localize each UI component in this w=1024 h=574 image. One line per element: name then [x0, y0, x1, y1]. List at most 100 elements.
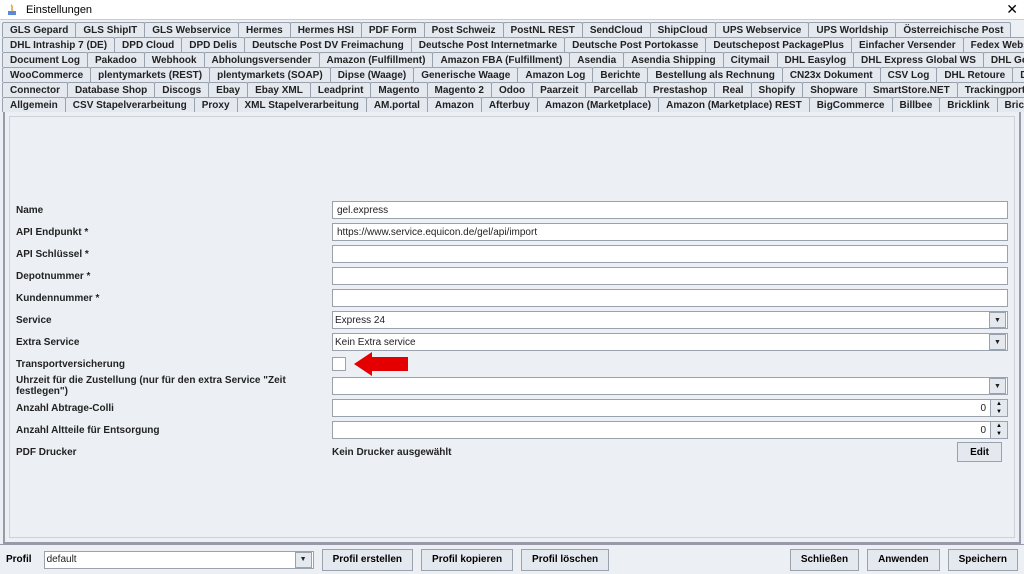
tab-item[interactable]: Paarzeit [532, 82, 586, 97]
tab-item[interactable]: SmartStore.NET [865, 82, 958, 97]
tab-item[interactable]: Österreichische Post [895, 22, 1011, 37]
api-endpoint-input[interactable] [332, 223, 1008, 241]
tab-item[interactable]: Deutsche Post Portokasse [564, 37, 706, 52]
extra-service-select[interactable]: Kein Extra service ▼ [332, 333, 1008, 351]
tab-item[interactable]: Magento [370, 82, 427, 97]
tab-item[interactable]: DHL Intraship 7 (DE) [2, 37, 115, 52]
tab-item[interactable]: Amazon FBA (Fulfillment) [432, 52, 570, 67]
tab-item[interactable]: Fedex Webservice [963, 37, 1024, 52]
apply-button[interactable]: Anwenden [867, 549, 940, 571]
tab-item[interactable]: Einfacher Versender [851, 37, 964, 52]
transport-insurance-checkbox[interactable] [332, 357, 346, 371]
tab-item[interactable]: Billbee [892, 97, 941, 112]
profile-select[interactable]: default ▼ [44, 551, 314, 569]
tab-item[interactable]: GLS Webservice [144, 22, 239, 37]
tab-item[interactable]: GLS Gepard [2, 22, 76, 37]
edit-printer-button[interactable]: Edit [957, 442, 1002, 462]
spinner-buttons[interactable]: ▲▼ [991, 399, 1008, 417]
dropdown-icon: ▼ [989, 378, 1006, 394]
tab-item[interactable]: Deutsche Post DV Freimachung [244, 37, 412, 52]
tab-item[interactable]: Amazon [427, 97, 482, 112]
tab-item[interactable]: PostNL REST [503, 22, 583, 37]
tab-item[interactable]: Shopify [751, 82, 804, 97]
tab-item[interactable]: DPD Cloud [114, 37, 182, 52]
tab-item[interactable]: Webhook [144, 52, 205, 67]
tab-item[interactable]: Afterbuy [481, 97, 538, 112]
tab-item[interactable]: Amazon (Marketplace) REST [658, 97, 810, 112]
tab-item[interactable]: Berichte [592, 67, 648, 82]
tab-item[interactable]: Citymail [723, 52, 778, 67]
tab-item[interactable]: SendCloud [582, 22, 651, 37]
tab-item[interactable]: PDF Form [361, 22, 425, 37]
tab-item[interactable]: Prestashop [645, 82, 715, 97]
tab-item[interactable]: Generische Waage [413, 67, 518, 82]
api-key-input[interactable] [332, 245, 1008, 263]
tab-item[interactable]: Asendia [569, 52, 624, 67]
tab-item[interactable]: CSV Stapelverarbeitung [65, 97, 195, 112]
tab-item[interactable]: Allgemein [2, 97, 66, 112]
tab-item[interactable]: CN23x Dokument [782, 67, 881, 82]
tab-item[interactable]: Discogs [154, 82, 209, 97]
tab-item[interactable]: UPS Webservice [715, 22, 810, 37]
spinner-buttons[interactable]: ▲▼ [991, 421, 1008, 439]
tab-item[interactable]: GLS ShipIT [75, 22, 145, 37]
depot-number-input[interactable] [332, 267, 1008, 285]
tab-item[interactable]: Real [714, 82, 751, 97]
tab-item[interactable]: Ebay XML [247, 82, 311, 97]
tab-item[interactable]: Hermes HSI [290, 22, 362, 37]
tab-item[interactable]: Deutschepost PackagePlus [705, 37, 852, 52]
tab-item[interactable]: Connector [2, 82, 68, 97]
tab-item[interactable]: Brickowl [997, 97, 1024, 112]
tab-item[interactable]: Dipse (Waage) [330, 67, 415, 82]
close-icon[interactable]: ✕ [1006, 1, 1018, 18]
tab-item[interactable]: Leadprint [310, 82, 372, 97]
service-select[interactable]: Express 24 ▼ [332, 311, 1008, 329]
tab-item[interactable]: DHL Easylog [777, 52, 855, 67]
tab-item[interactable]: UPS Worldship [808, 22, 896, 37]
tab-item[interactable]: Asendia Shipping [623, 52, 723, 67]
tab-item[interactable]: Bricklink [939, 97, 997, 112]
tab-item[interactable]: Document Log [2, 52, 88, 67]
tab-item[interactable]: AM.portal [366, 97, 428, 112]
pdf-printer-value: Kein Drucker ausgewählt [332, 447, 451, 458]
create-profile-button[interactable]: Profil erstellen [322, 549, 413, 571]
tab-item[interactable]: ShipCloud [650, 22, 716, 37]
tab-item[interactable]: Ebay [208, 82, 248, 97]
tab-item[interactable]: WooCommerce [2, 67, 91, 82]
tab-item[interactable]: Abholungsversender [204, 52, 320, 67]
tab-item[interactable]: XML Stapelverarbeitung [237, 97, 367, 112]
tab-item[interactable]: Proxy [194, 97, 238, 112]
altteile-spinner[interactable] [332, 421, 991, 439]
tab-item[interactable]: CSV Log [880, 67, 938, 82]
tab-item[interactable]: Bestellung als Rechnung [647, 67, 782, 82]
tab-item[interactable]: plentymarkets (SOAP) [209, 67, 331, 82]
copy-profile-button[interactable]: Profil kopieren [421, 549, 513, 571]
tab-item[interactable]: Deutsche Post Internetmarke [411, 37, 565, 52]
tab-item[interactable]: Document Downloader [1012, 67, 1024, 82]
tab-item[interactable]: Pakadoo [87, 52, 145, 67]
tab-item[interactable]: Odoo [491, 82, 533, 97]
tab-item[interactable]: DPD Delis [181, 37, 245, 52]
tab-item[interactable]: Amazon (Fulfillment) [319, 52, 434, 67]
delivery-time-select[interactable]: ▼ [332, 377, 1008, 395]
tab-item[interactable]: Shopware [802, 82, 866, 97]
delete-profile-button[interactable]: Profil löschen [521, 549, 609, 571]
tab-item[interactable]: DHL Geschäftskundenversand [983, 52, 1024, 67]
tab-item[interactable]: Hermes [238, 22, 291, 37]
tab-item[interactable]: Magento 2 [427, 82, 492, 97]
tab-item[interactable]: Amazon (Marketplace) [537, 97, 659, 112]
tab-item[interactable]: Amazon Log [517, 67, 593, 82]
name-input[interactable] [332, 201, 1008, 219]
tab-item[interactable]: Post Schweiz [424, 22, 504, 37]
tab-item[interactable]: DHL Express Global WS [853, 52, 984, 67]
tab-item[interactable]: BigCommerce [809, 97, 893, 112]
tab-item[interactable]: Parcellab [585, 82, 645, 97]
save-button[interactable]: Speichern [948, 549, 1018, 571]
tab-item[interactable]: Database Shop [67, 82, 155, 97]
tab-item[interactable]: Trackingportal [957, 82, 1024, 97]
close-button[interactable]: Schließen [790, 549, 859, 571]
tab-item[interactable]: plentymarkets (REST) [90, 67, 210, 82]
tab-item[interactable]: DHL Retoure [936, 67, 1013, 82]
abtrage-colli-spinner[interactable] [332, 399, 991, 417]
customer-number-input[interactable] [332, 289, 1008, 307]
